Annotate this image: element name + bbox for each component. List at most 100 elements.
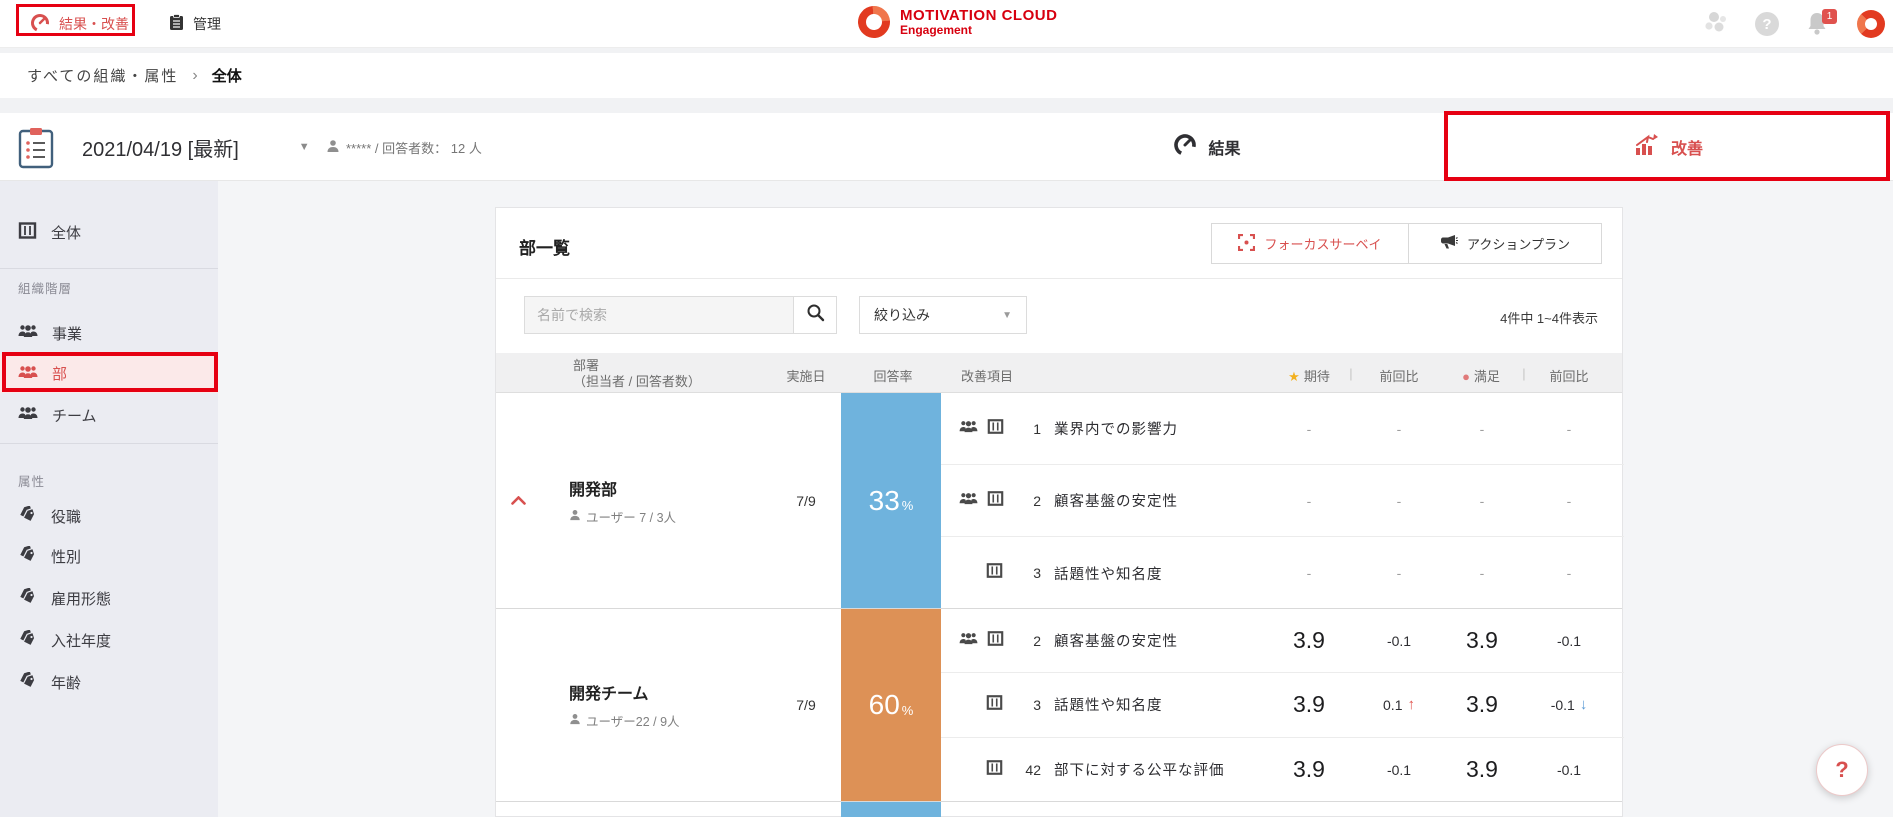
expect-diff: - bbox=[1396, 565, 1402, 581]
people-icon bbox=[959, 631, 978, 651]
column-header-satisfy: ● 満足 bbox=[1462, 369, 1500, 384]
action-plan-button[interactable]: アクションプラン bbox=[1409, 224, 1601, 263]
sidebar-item-team[interactable]: チーム bbox=[0, 396, 218, 434]
respondents-label: ***** / 回答者数： 12 人 bbox=[346, 140, 482, 156]
arrow-down-icon: ↓ bbox=[1579, 696, 1588, 714]
building-icon bbox=[987, 630, 1004, 652]
item-label: 顧客基盤の安定性 bbox=[1054, 634, 1178, 651]
group-date: 7/9 bbox=[796, 492, 816, 509]
survey-date-label: 2021/04/19 [最新] bbox=[82, 138, 239, 161]
expect-score: 3.9 bbox=[1293, 627, 1325, 654]
floating-help-button[interactable]: ? bbox=[1816, 744, 1868, 796]
tab-improvement[interactable]: 改善 bbox=[1444, 113, 1893, 181]
logo-title: MOTIVATION CLOUD bbox=[900, 6, 1058, 24]
column-header-expect-prev: 前回比 bbox=[1379, 369, 1419, 384]
person-icon bbox=[326, 139, 340, 156]
person-icon bbox=[569, 509, 581, 524]
improvement-item-row[interactable]: 3 話題性や知名度 - - - - bbox=[941, 537, 1624, 609]
chevron-down-icon: ▼ bbox=[1002, 309, 1012, 321]
building-icon bbox=[18, 221, 37, 244]
building-icon bbox=[986, 694, 1003, 716]
sidebar-item-label: 性別 bbox=[51, 548, 82, 566]
top-header: 結果・改善 管理 MOTIVATION CLOUD Engagement ? 1 bbox=[0, 0, 1893, 48]
dot-icon: ● bbox=[1462, 369, 1470, 384]
sidebar-item-gender[interactable]: 性別 bbox=[0, 537, 218, 575]
sidebar-item-label: 雇用形態 bbox=[51, 590, 112, 608]
search-button[interactable] bbox=[793, 296, 837, 334]
department-list-card: 部一覧 フォーカスサーベイ アクションプラン 名前で検索 絞り込み ▼ 4件中 … bbox=[495, 207, 1624, 817]
department-group: 開発部 ユーザー 7 / 3人 7/9 33% 1 業界内での影響力 - - -… bbox=[496, 393, 1624, 609]
satisfy-score: 3.9 bbox=[1466, 756, 1498, 783]
nav-results-improvement[interactable]: 結果・改善 bbox=[30, 13, 129, 36]
breadcrumb-current: 全体 bbox=[211, 68, 242, 85]
tab-results[interactable]: 結果 bbox=[970, 113, 1444, 181]
breadcrumb-separator: › bbox=[192, 66, 198, 84]
sidebar: 全体 組織階層 事業 部 チーム 属性 役職 性別 雇用形態 入社年度 年齢 bbox=[0, 181, 218, 817]
sidebar-item-employment[interactable]: 雇用形態 bbox=[0, 579, 218, 617]
help-icon[interactable]: ? bbox=[1755, 12, 1779, 36]
sidebar-item-join-year[interactable]: 入社年度 bbox=[0, 621, 218, 659]
satisfy-diff: -0.1 ↓ bbox=[1550, 696, 1588, 714]
item-number: 3 bbox=[1033, 696, 1041, 713]
item-label: 部下に対する公平な評価 bbox=[1054, 763, 1225, 780]
sidebar-item-label: 入社年度 bbox=[51, 632, 112, 650]
focus-survey-label: フォーカスサーベイ bbox=[1264, 237, 1382, 252]
filter-label: 絞り込み bbox=[874, 307, 930, 323]
expect-diff: 0.1 ↑ bbox=[1383, 696, 1415, 714]
filter-dropdown[interactable]: 絞り込み ▼ bbox=[859, 296, 1027, 334]
nav-admin[interactable]: 管理 bbox=[169, 14, 221, 34]
item-number: 3 bbox=[1033, 565, 1041, 581]
tab-improvement-label: 改善 bbox=[1670, 141, 1703, 158]
response-rate-value: 33 bbox=[868, 484, 900, 516]
search-icon bbox=[806, 303, 825, 327]
tags-icon bbox=[18, 586, 37, 609]
collapse-chevron-icon[interactable] bbox=[496, 393, 541, 608]
column-header-item: 改善項目 bbox=[961, 369, 1014, 384]
breadcrumb-root[interactable]: すべての組織・属性 bbox=[27, 65, 178, 86]
chart-rise-icon bbox=[1634, 133, 1660, 162]
building-icon bbox=[987, 490, 1004, 512]
sidebar-item-label: 全体 bbox=[51, 224, 82, 242]
logo-subtitle: Engagement bbox=[900, 22, 973, 37]
survey-date-selector[interactable]: 2021/04/19 [最新] ▼ bbox=[82, 113, 310, 181]
item-number: 42 bbox=[1025, 761, 1041, 778]
column-header-rate: 回答率 bbox=[873, 369, 913, 384]
apps-cluster-icon[interactable] bbox=[1703, 9, 1729, 40]
improvement-item-row[interactable]: 1 業界内での影響力 - - - - bbox=[941, 393, 1624, 465]
gauge-icon bbox=[1173, 133, 1197, 162]
people-icon bbox=[18, 364, 38, 384]
item-number: 1 bbox=[1033, 420, 1041, 437]
sidebar-item-overall[interactable]: 全体 bbox=[0, 213, 218, 251]
item-number: 2 bbox=[1033, 492, 1041, 509]
improvement-item-row[interactable]: 3 話題性や知名度 3.9 0.1 ↑ 3.9 -0.1 ↓ bbox=[941, 673, 1624, 738]
satisfy-score: 3.9 bbox=[1466, 691, 1498, 718]
satisfy-score: - bbox=[1479, 565, 1485, 581]
improvement-item-row[interactable]: 42 部下に対する公平な評価 3.9 -0.1 3.9 -0.1 bbox=[941, 738, 1624, 802]
sidebar-item-age[interactable]: 年齢 bbox=[0, 663, 218, 701]
avatar[interactable] bbox=[1857, 10, 1885, 38]
sidebar-item-label: 役職 bbox=[51, 508, 82, 526]
sidebar-item-role[interactable]: 役職 bbox=[0, 497, 218, 535]
nav-admin-label: 管理 bbox=[193, 16, 221, 32]
group-name: 開発チーム bbox=[569, 686, 649, 703]
megaphone-icon bbox=[1440, 234, 1459, 253]
item-label: 話題性や知名度 bbox=[1054, 698, 1163, 715]
sidebar-item-department[interactable]: 部 bbox=[0, 354, 218, 393]
building-icon bbox=[986, 562, 1003, 584]
improvement-item-row[interactable]: 2 顧客基盤の安定性 - - - - bbox=[941, 465, 1624, 537]
column-header-date: 実施日 bbox=[786, 369, 826, 384]
sidebar-item-business[interactable]: 事業 bbox=[0, 314, 218, 352]
people-icon bbox=[959, 491, 978, 511]
page-title: 部一覧 bbox=[519, 239, 570, 258]
improvement-item-row[interactable]: 2 顧客基盤の安定性 3.9 -0.1 3.9 -0.1 bbox=[941, 609, 1624, 674]
header-actions: ? 1 bbox=[1703, 0, 1885, 48]
satisfy-diff: - bbox=[1566, 565, 1572, 581]
focus-survey-button[interactable]: フォーカスサーベイ bbox=[1212, 224, 1409, 263]
header-separator: | bbox=[1522, 366, 1526, 381]
search-input[interactable] bbox=[524, 296, 794, 334]
tags-icon bbox=[18, 628, 37, 651]
notifications-bell[interactable]: 1 bbox=[1805, 9, 1837, 37]
response-rate-value: 60 bbox=[868, 689, 900, 720]
response-rate-bar: 33% bbox=[841, 393, 941, 608]
tab-results-label: 結果 bbox=[1208, 141, 1241, 158]
